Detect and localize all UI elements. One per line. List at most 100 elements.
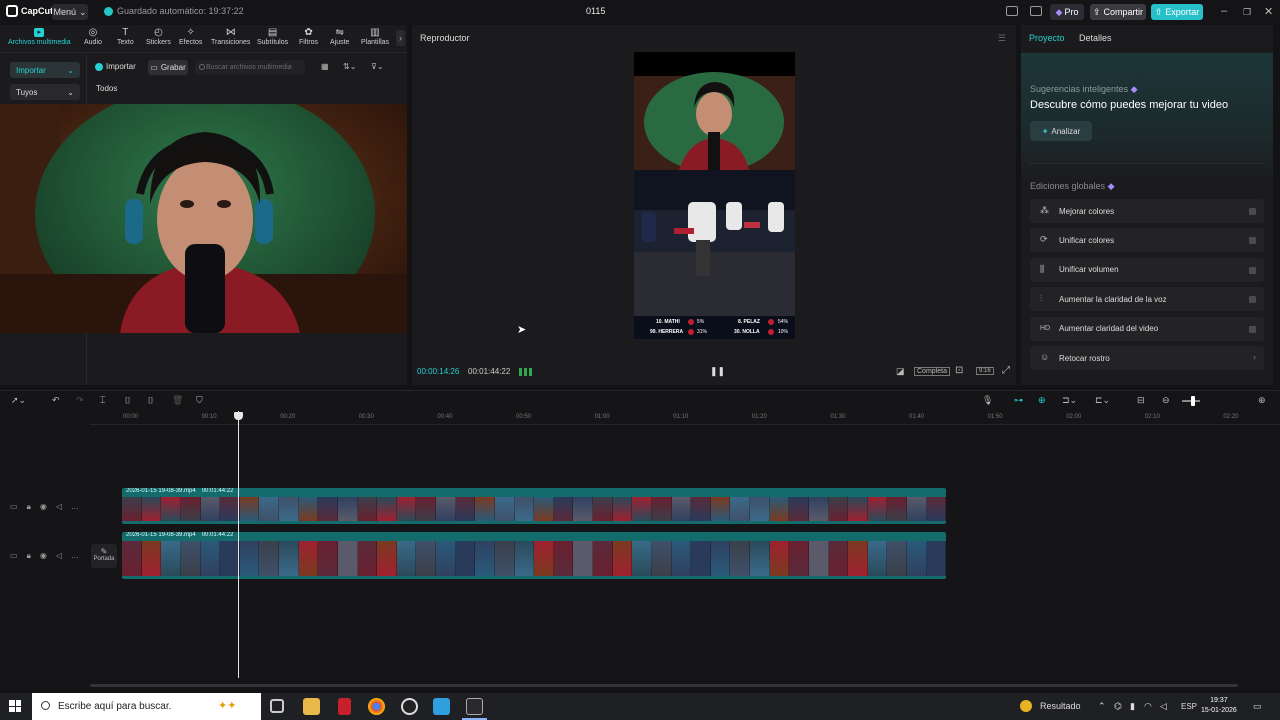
zoom-out-icon[interactable]: ⊖	[1162, 395, 1170, 406]
language-indicator[interactable]: ESP	[1181, 702, 1197, 711]
time-ruler[interactable]: 00:00 00:10 00:20 00:30 00:40 00:50 01:00 01:10…	[90, 411, 1280, 425]
share-button[interactable]: ⇪ Compartir	[1090, 4, 1146, 20]
app-icon[interactable]	[338, 698, 351, 715]
shield-icon[interactable]: ⛉	[196, 395, 203, 406]
wifi-icon[interactable]: ◠	[1144, 701, 1152, 712]
global-edit-option[interactable]: ⫶ Aumentar la claridad de la voz	[1030, 287, 1264, 312]
audio-icon[interactable]: ◁	[56, 551, 62, 561]
select-tool-icon[interactable]: ➚⌄	[11, 395, 26, 406]
toggle-checkbox[interactable]	[1249, 325, 1256, 333]
close-icon[interactable]: ✕	[1264, 5, 1273, 18]
toggle-checkbox[interactable]	[1249, 296, 1256, 304]
tab-subtitles[interactable]: ▤ Subtítulos	[257, 28, 288, 47]
restore-icon[interactable]: ❐	[1243, 7, 1251, 18]
weather-icon[interactable]	[1020, 700, 1032, 712]
quality-button[interactable]: Completa	[914, 367, 950, 376]
undo-icon[interactable]: ↶	[52, 395, 60, 406]
minimize-icon[interactable]: –	[1221, 5, 1227, 17]
caption-icon[interactable]: ⊟	[1137, 395, 1145, 406]
record-button[interactable]: ▭ Grabar	[148, 60, 188, 75]
speaker-icon[interactable]: ◁	[1160, 701, 1167, 712]
tab-templates[interactable]: ▥ Plantillas	[361, 28, 389, 47]
cover-button[interactable]: ✎ Portada	[91, 544, 117, 568]
eye-icon[interactable]: ◉	[40, 551, 47, 561]
redo-icon[interactable]: ↷	[76, 395, 84, 406]
chrome-icon[interactable]	[368, 698, 385, 715]
lock-icon[interactable]: 🔒︎	[27, 551, 31, 561]
mic-tray-icon[interactable]: ▮	[1130, 701, 1135, 712]
preview-axis-icon[interactable]: ⊐⌄	[1062, 395, 1077, 406]
video-clip-1[interactable]: 2026-01-15 19-08-39.mp4 00:01:44:22	[122, 488, 946, 524]
toggle-checkbox[interactable]	[1249, 237, 1256, 245]
playhead-handle[interactable]	[234, 412, 243, 420]
obs-icon[interactable]	[401, 698, 418, 715]
video-preview[interactable]: 10. MATHI 5% 8. PELAZ 54% 99. HERRERA 31…	[634, 52, 795, 339]
pro-button[interactable]: ◆ Pro	[1050, 4, 1084, 20]
global-edit-option[interactable]: ⁂ Mejorar colores	[1030, 199, 1264, 223]
track-thumb-icon[interactable]: ▭	[10, 551, 18, 561]
ratio-button[interactable]: 9:16	[976, 367, 994, 375]
shortcuts-icon[interactable]	[1030, 6, 1042, 16]
split-left-icon[interactable]: ⌷	[125, 395, 130, 406]
split-right-icon[interactable]: ⌷	[148, 395, 153, 406]
split-icon[interactable]: ⌶	[100, 395, 105, 406]
notifications-icon[interactable]: ▭	[1253, 701, 1262, 712]
windows-start-icon[interactable]	[9, 700, 21, 712]
tab-media[interactable]: ▸ Archivos multimedia	[8, 28, 71, 46]
timecode-grid-icon[interactable]	[519, 368, 533, 376]
sidebar-import[interactable]: Importar ⌄	[10, 62, 80, 78]
sort-icon[interactable]: ⇅⌄	[343, 62, 356, 71]
zoom-slider-thumb[interactable]	[1191, 396, 1195, 406]
chevron-right-icon[interactable]: ›	[1253, 352, 1256, 362]
tab-adjust[interactable]: ⇋ Ajuste	[330, 28, 349, 47]
aspect-icon[interactable]: ◪	[896, 366, 905, 377]
global-edit-option[interactable]: HD Aumentar claridad del video	[1030, 316, 1264, 341]
audio-icon[interactable]: ◁	[56, 502, 62, 512]
microphone-icon[interactable]: 🎙	[982, 395, 993, 406]
taskbar-search-input[interactable]: Escribe aquí para buscar. ✦✦	[32, 693, 261, 720]
more-icon[interactable]: …	[71, 551, 79, 561]
layout-icon[interactable]	[1006, 6, 1018, 16]
tab-effects[interactable]: ✧ Efectos	[179, 28, 202, 47]
menu-button[interactable]: Menú ⌄	[52, 4, 88, 20]
tab-audio[interactable]: ◎ Audio	[84, 28, 102, 47]
eye-icon[interactable]: ◉	[40, 502, 47, 512]
filter-icon[interactable]: ⊽⌄	[371, 62, 384, 71]
toggle-checkbox[interactable]	[1249, 208, 1256, 215]
link-icon[interactable]: ⊶	[1014, 395, 1023, 406]
playhead[interactable]	[238, 411, 239, 678]
tab-sticker[interactable]: ◴ Stickers	[146, 28, 171, 47]
timeline-scrollbar[interactable]	[90, 684, 1238, 687]
capcut-taskbar-icon[interactable]	[466, 698, 483, 715]
analyze-button[interactable]: ✦ Analizar	[1030, 121, 1092, 141]
lock-icon[interactable]: 🔒︎	[27, 502, 31, 512]
chevron-right-icon[interactable]: ›	[396, 30, 405, 46]
snap-icon[interactable]: ⊏⌄	[1095, 395, 1110, 406]
pause-button[interactable]: ❚❚	[710, 366, 725, 377]
zoom-in-icon[interactable]: ⊕	[1258, 395, 1266, 406]
snapshot-icon[interactable]: ⊡	[955, 365, 963, 376]
app-f-icon[interactable]	[433, 698, 450, 715]
more-icon[interactable]: …	[71, 502, 79, 512]
toggle-checkbox[interactable]	[1249, 266, 1256, 274]
file-explorer-icon[interactable]	[303, 698, 320, 715]
track-thumb-icon[interactable]: ▭	[10, 502, 18, 512]
import-button[interactable]: Importar	[95, 62, 136, 71]
system-clock[interactable]: 19:37 15-01-2026	[1201, 696, 1237, 716]
weather-text[interactable]: Resultado	[1040, 701, 1081, 711]
tab-project[interactable]: Proyecto	[1029, 33, 1065, 43]
tab-filters[interactable]: ✿ Filtros	[299, 28, 318, 47]
tab-transitions[interactable]: ⋈ Transiciones	[211, 28, 250, 47]
global-edit-option[interactable]: ☺ Retocar rostro ›	[1030, 346, 1264, 370]
magnet-icon[interactable]: ⊕	[1038, 395, 1046, 406]
grid-view-icon[interactable]: ▦	[321, 62, 329, 71]
hamburger-icon[interactable]: ☰	[998, 33, 1006, 44]
video-clip-2[interactable]: 2026-01-15 19-08-39.mp4 00:01:44:22	[122, 532, 946, 579]
sidebar-yours[interactable]: Tuyos ⌄	[10, 84, 80, 100]
network-icon[interactable]: ⌬	[1114, 701, 1122, 712]
task-view-icon[interactable]	[270, 699, 284, 713]
tab-details[interactable]: Detalles	[1079, 33, 1112, 43]
media-search-input[interactable]: Buscar archivos multimedia	[195, 60, 305, 75]
filter-all-tab[interactable]: Todos	[96, 84, 117, 93]
export-button[interactable]: ⇧ Exportar	[1151, 4, 1203, 20]
